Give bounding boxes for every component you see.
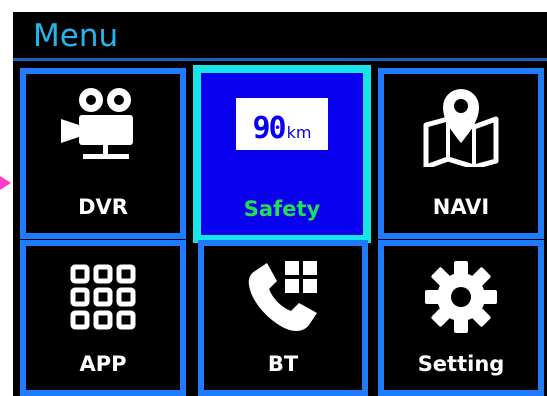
menu-tile-dvr[interactable]: DVR (20, 68, 186, 239)
menu-tile-setting[interactable]: Setting (378, 240, 544, 396)
speed-unit: km (286, 123, 312, 142)
gear-icon (384, 256, 538, 338)
menu-tile-label: BT (267, 352, 299, 376)
header-divider (13, 58, 547, 61)
video-camera-icon (26, 84, 180, 166)
menu-screen: Menu DVR 90 km Safety NAVI APP BT Settin… (13, 12, 547, 396)
app-grid-icon (26, 256, 180, 338)
menu-tile-label: DVR (78, 195, 128, 219)
speed-display: 90 km (236, 98, 328, 150)
menu-tile-safety[interactable]: 90 km Safety (193, 65, 371, 243)
selection-pointer-arrow (0, 176, 11, 190)
menu-header: Menu (13, 12, 547, 61)
phone-keypad-icon (204, 256, 362, 338)
menu-tile-label: Safety (243, 197, 321, 221)
menu-tile-label: Setting (417, 352, 505, 376)
speed-value: 90 (252, 111, 287, 146)
page-title: Menu (33, 18, 119, 54)
menu-tile-bt[interactable]: BT (198, 240, 368, 396)
map-pin-icon (384, 84, 538, 167)
menu-tile-label: APP (79, 352, 127, 376)
menu-tile-app[interactable]: APP (20, 240, 186, 396)
speed-display-icon: 90 km (201, 83, 363, 165)
menu-tile-navi[interactable]: NAVI (378, 68, 544, 239)
menu-tile-label: NAVI (432, 195, 490, 219)
